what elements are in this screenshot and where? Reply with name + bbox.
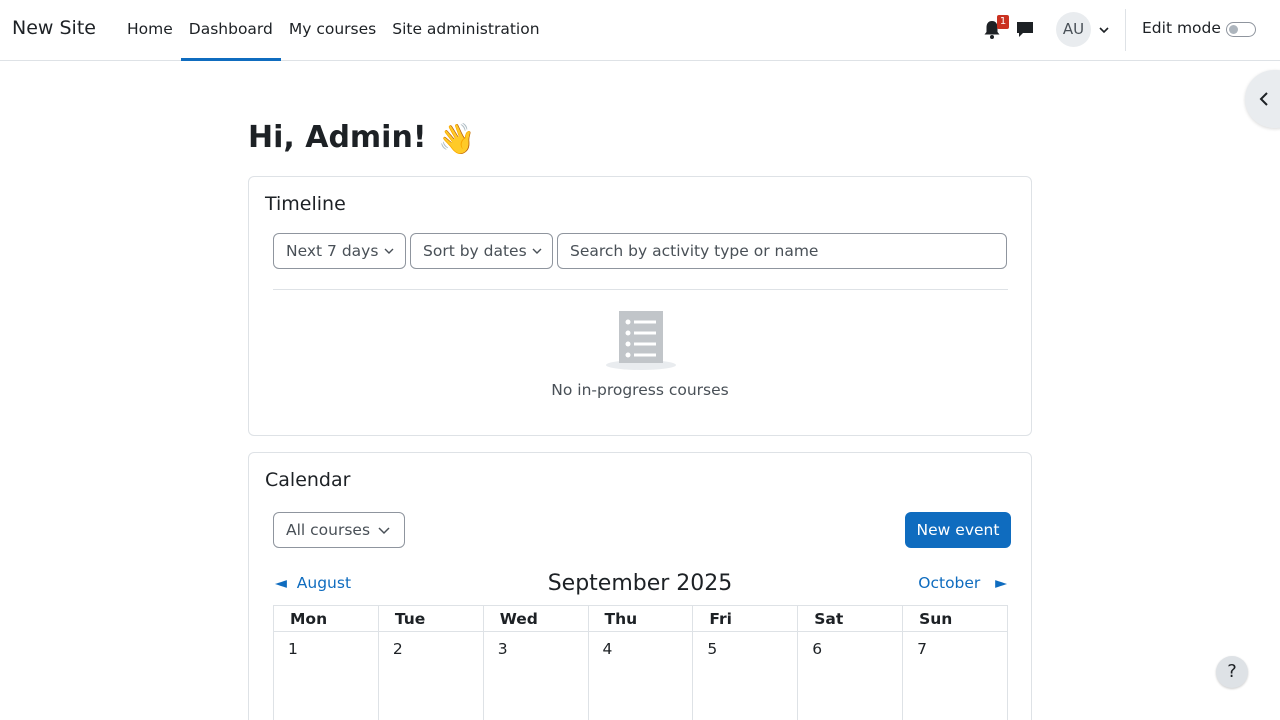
- toggle-knob: [1229, 25, 1238, 34]
- timeline-search-input[interactable]: [557, 233, 1007, 269]
- timeline-sort-value: Sort by dates: [423, 242, 527, 260]
- nav-item-site-administration[interactable]: Site administration: [384, 0, 547, 60]
- timeline-title: Timeline: [265, 193, 346, 215]
- chevron-down-icon[interactable]: [1098, 24, 1110, 36]
- weekday-header: Fri: [692, 605, 799, 632]
- arrow-right-icon: ►: [995, 574, 1007, 592]
- calendar-month-grid: Mon Tue Wed Thu Fri Sat Sun 1 2 3 4 5 6 …: [273, 605, 1008, 720]
- weekday-header: Mon: [273, 605, 379, 632]
- calendar-block: Calendar All courses New event ◄ August …: [248, 452, 1032, 720]
- user-avatar[interactable]: AU: [1056, 12, 1091, 47]
- top-navbar: New Site Home Dashboard My courses Site …: [0, 0, 1280, 61]
- list-document-icon: [606, 311, 676, 370]
- open-drawer-button[interactable]: [1245, 70, 1280, 128]
- nav-item-my-courses[interactable]: My courses: [281, 0, 384, 60]
- calendar-day-cell[interactable]: 1: [273, 631, 379, 720]
- weekday-header: Sun: [902, 605, 1008, 632]
- primary-navigation: Home Dashboard My courses Site administr…: [119, 0, 548, 61]
- calendar-day-cell[interactable]: 6: [797, 631, 904, 720]
- edit-mode-label: Edit mode: [1142, 19, 1221, 37]
- current-month-title: September 2025: [547, 571, 733, 596]
- next-month-link[interactable]: October ►: [918, 574, 1007, 592]
- new-event-button[interactable]: New event: [905, 512, 1011, 548]
- timeline-block: Timeline Next 7 days Sort by dates No in…: [248, 176, 1032, 436]
- timeline-sort-select[interactable]: Sort by dates: [410, 233, 553, 269]
- next-month-label: October: [918, 574, 981, 592]
- calendar-course-select[interactable]: All courses: [273, 512, 405, 548]
- chevron-left-icon: [1259, 92, 1268, 106]
- timeline-range-select[interactable]: Next 7 days: [273, 233, 406, 269]
- timeline-divider: [273, 289, 1008, 290]
- chevron-down-icon: [378, 527, 390, 535]
- help-button[interactable]: ?: [1216, 656, 1248, 688]
- calendar-day-cell[interactable]: 7: [902, 631, 1008, 720]
- nav-item-home[interactable]: Home: [119, 0, 181, 60]
- weekday-header: Sat: [797, 605, 904, 632]
- weekday-header: Tue: [377, 605, 484, 632]
- timeline-empty-message: No in-progress courses: [551, 381, 729, 399]
- notification-count-badge: 1: [997, 15, 1009, 29]
- waving-hand-icon: 👋: [438, 122, 476, 157]
- calendar-week-row: 1 2 3 4 5 6 7: [273, 631, 1008, 720]
- timeline-range-value: Next 7 days: [286, 242, 379, 260]
- messages-icon[interactable]: [1016, 20, 1034, 38]
- calendar-day-cell[interactable]: 4: [587, 631, 694, 720]
- weekday-header-row: Mon Tue Wed Thu Fri Sat Sun: [273, 605, 1008, 632]
- chevron-down-icon: [384, 248, 394, 254]
- chevron-down-icon: [532, 248, 542, 254]
- edit-mode-toggle[interactable]: [1226, 22, 1256, 37]
- page-title: Hi, Admin!: [248, 120, 427, 155]
- navbar-divider: [1125, 9, 1126, 51]
- nav-item-dashboard[interactable]: Dashboard: [180, 0, 281, 61]
- weekday-header: Wed: [482, 605, 589, 632]
- calendar-title: Calendar: [265, 469, 351, 491]
- calendar-day-cell[interactable]: 2: [377, 631, 484, 720]
- calendar-course-value: All courses: [286, 521, 371, 539]
- calendar-day-cell[interactable]: 5: [692, 631, 799, 720]
- calendar-day-cell[interactable]: 3: [482, 631, 589, 720]
- weekday-header: Thu: [587, 605, 694, 632]
- site-brand[interactable]: New Site: [12, 17, 96, 39]
